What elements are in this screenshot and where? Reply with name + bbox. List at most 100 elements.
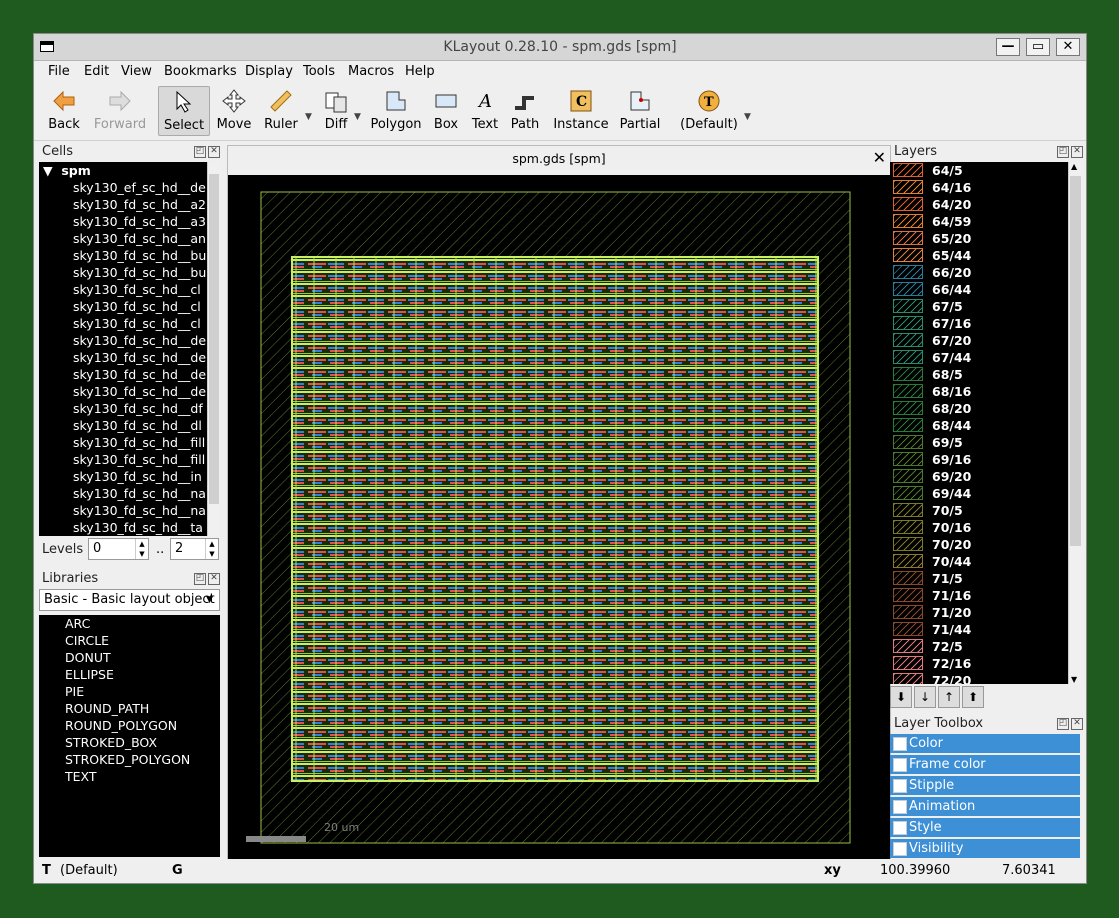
cells-tree[interactable]: ▼ spm sky130_ef_sc_hd__de sky130_fd_sc_h… bbox=[39, 162, 220, 536]
cell-item[interactable]: sky130_fd_sc_hd__na bbox=[39, 502, 220, 519]
layer-row[interactable]: 68/20 bbox=[890, 400, 1068, 417]
cell-item[interactable]: sky130_fd_sc_hd__cl bbox=[39, 281, 220, 298]
layer-row[interactable]: 70/5 bbox=[890, 502, 1068, 519]
layer-swatch[interactable] bbox=[893, 282, 923, 296]
layer-swatch[interactable] bbox=[893, 299, 923, 313]
menu-help[interactable]: Help bbox=[405, 64, 435, 79]
layer-swatch[interactable] bbox=[893, 486, 923, 500]
cell-item[interactable]: sky130_fd_sc_hd__df bbox=[39, 400, 220, 417]
layer-swatch[interactable] bbox=[893, 163, 923, 177]
layer-row[interactable]: 68/5 bbox=[890, 366, 1068, 383]
cell-item[interactable]: sky130_fd_sc_hd__ta bbox=[39, 519, 220, 536]
layer-row[interactable]: 72/16 bbox=[890, 655, 1068, 672]
layers-scrollbar[interactable]: ▲ ▼ bbox=[1068, 162, 1082, 684]
library-select[interactable]: Basic - Basic layout object ▼ bbox=[39, 589, 220, 611]
library-item[interactable]: ELLIPSE bbox=[39, 666, 220, 683]
style-checkbox[interactable] bbox=[893, 821, 907, 835]
layer-row[interactable]: 72/5 bbox=[890, 638, 1068, 655]
menu-macros[interactable]: Macros bbox=[348, 64, 394, 79]
layer-swatch[interactable] bbox=[893, 333, 923, 347]
maximize-button[interactable]: ▭ bbox=[1026, 38, 1050, 56]
layer-row[interactable]: 67/20 bbox=[890, 332, 1068, 349]
library-item[interactable]: CIRCLE bbox=[39, 632, 220, 649]
back-button[interactable]: Back bbox=[44, 86, 84, 136]
levels-to-input[interactable]: 2 ▲ ▼ bbox=[170, 538, 219, 560]
instance-button[interactable]: C Instance bbox=[553, 86, 609, 136]
select-button[interactable]: Select bbox=[158, 86, 210, 136]
diff-button[interactable]: Diff bbox=[319, 86, 353, 136]
layer-swatch[interactable] bbox=[893, 197, 923, 211]
minimize-button[interactable]: — bbox=[996, 38, 1020, 56]
layer-row[interactable]: 72/20 bbox=[890, 672, 1068, 684]
layer-row[interactable]: 65/44 bbox=[890, 247, 1068, 264]
spin-arrows-icon[interactable]: ▲ ▼ bbox=[205, 539, 218, 559]
layer-swatch[interactable] bbox=[893, 367, 923, 381]
layers-panel-buttons[interactable]: ◰ ✕ bbox=[1055, 146, 1083, 158]
layer-row[interactable]: 64/59 bbox=[890, 213, 1068, 230]
layer-swatch[interactable] bbox=[893, 554, 923, 568]
layer-row[interactable]: 69/16 bbox=[890, 451, 1068, 468]
layer-swatch[interactable] bbox=[893, 656, 923, 670]
move-button[interactable]: Move bbox=[214, 86, 254, 136]
layer-swatch[interactable] bbox=[893, 503, 923, 517]
cell-item[interactable]: sky130_fd_sc_hd__dl bbox=[39, 417, 220, 434]
library-item[interactable]: DONUT bbox=[39, 649, 220, 666]
layer-row[interactable]: 67/44 bbox=[890, 349, 1068, 366]
toolbox-panel-buttons[interactable]: ◰ ✕ bbox=[1055, 718, 1083, 730]
cell-item[interactable]: sky130_fd_sc_hd__fill bbox=[39, 451, 220, 468]
menu-bookmarks[interactable]: Bookmarks bbox=[164, 64, 237, 79]
layer-swatch[interactable] bbox=[893, 452, 923, 466]
box-button[interactable]: Box bbox=[430, 86, 462, 136]
layer-row[interactable]: 68/16 bbox=[890, 383, 1068, 400]
layers-scroll-thumb[interactable] bbox=[1070, 176, 1081, 546]
partial-button[interactable]: Partial bbox=[619, 86, 661, 136]
layer-swatch[interactable] bbox=[893, 180, 923, 194]
default-template-button[interactable]: T (Default) bbox=[679, 86, 739, 136]
move-down-icon[interactable]: ↓ bbox=[914, 686, 936, 708]
libraries-panel-buttons[interactable]: ◰ ✕ bbox=[192, 573, 220, 585]
library-item[interactable]: TEXT bbox=[39, 768, 220, 785]
levels-from-input[interactable]: 0 ▲ ▼ bbox=[88, 538, 149, 560]
menu-file[interactable]: File bbox=[48, 64, 70, 79]
cells-panel-buttons[interactable]: ◰ ✕ bbox=[192, 146, 220, 158]
toolbox-animation[interactable]: Animation bbox=[890, 797, 1080, 816]
layout-canvas[interactable]: 20 um bbox=[228, 175, 890, 859]
scroll-up-icon[interactable]: ▲ bbox=[1071, 162, 1077, 171]
layer-row[interactable]: 70/20 bbox=[890, 536, 1068, 553]
toolbox-color[interactable]: Color bbox=[890, 734, 1080, 753]
cell-item[interactable]: sky130_fd_sc_hd__de bbox=[39, 383, 220, 400]
layer-swatch[interactable] bbox=[893, 520, 923, 534]
layer-row[interactable]: 66/20 bbox=[890, 264, 1068, 281]
default-dropdown-icon[interactable]: ▼ bbox=[744, 112, 751, 122]
layer-swatch[interactable] bbox=[893, 435, 923, 449]
library-cells-list[interactable]: ARC CIRCLE DONUT ELLIPSE PIE ROUND_PATH … bbox=[39, 615, 220, 857]
layer-swatch[interactable] bbox=[893, 248, 923, 262]
cell-item[interactable]: sky130_fd_sc_hd__cl bbox=[39, 298, 220, 315]
stipple-checkbox[interactable] bbox=[893, 779, 907, 793]
layer-row[interactable]: 64/16 bbox=[890, 179, 1068, 196]
spin-arrows-icon[interactable]: ▲ ▼ bbox=[135, 539, 148, 559]
layer-swatch[interactable] bbox=[893, 605, 923, 619]
menu-tools[interactable]: Tools bbox=[303, 64, 335, 79]
forward-button[interactable]: Forward bbox=[92, 86, 148, 136]
toolbox-stipple[interactable]: Stipple bbox=[890, 776, 1080, 795]
layer-swatch[interactable] bbox=[893, 401, 923, 415]
layer-row[interactable]: 69/44 bbox=[890, 485, 1068, 502]
library-item[interactable]: STROKED_BOX bbox=[39, 734, 220, 751]
text-button[interactable]: A Text bbox=[470, 86, 500, 136]
cell-item[interactable]: sky130_fd_sc_hd__bu bbox=[39, 247, 220, 264]
cells-scroll-thumb[interactable] bbox=[209, 174, 219, 504]
ruler-dropdown-icon[interactable]: ▼ bbox=[305, 112, 312, 122]
layer-row[interactable]: 67/5 bbox=[890, 298, 1068, 315]
layer-swatch[interactable] bbox=[893, 350, 923, 364]
polygon-button[interactable]: Polygon bbox=[370, 86, 422, 136]
menu-view[interactable]: View bbox=[121, 64, 152, 79]
layer-swatch[interactable] bbox=[893, 469, 923, 483]
color-checkbox[interactable] bbox=[893, 737, 907, 751]
cell-item[interactable]: sky130_fd_sc_hd__a3 bbox=[39, 213, 220, 230]
layer-row[interactable]: 71/5 bbox=[890, 570, 1068, 587]
layer-swatch[interactable] bbox=[893, 231, 923, 245]
cell-item[interactable]: sky130_fd_sc_hd__de bbox=[39, 349, 220, 366]
layer-swatch[interactable] bbox=[893, 639, 923, 653]
move-up-icon[interactable]: ↑ bbox=[938, 686, 960, 708]
